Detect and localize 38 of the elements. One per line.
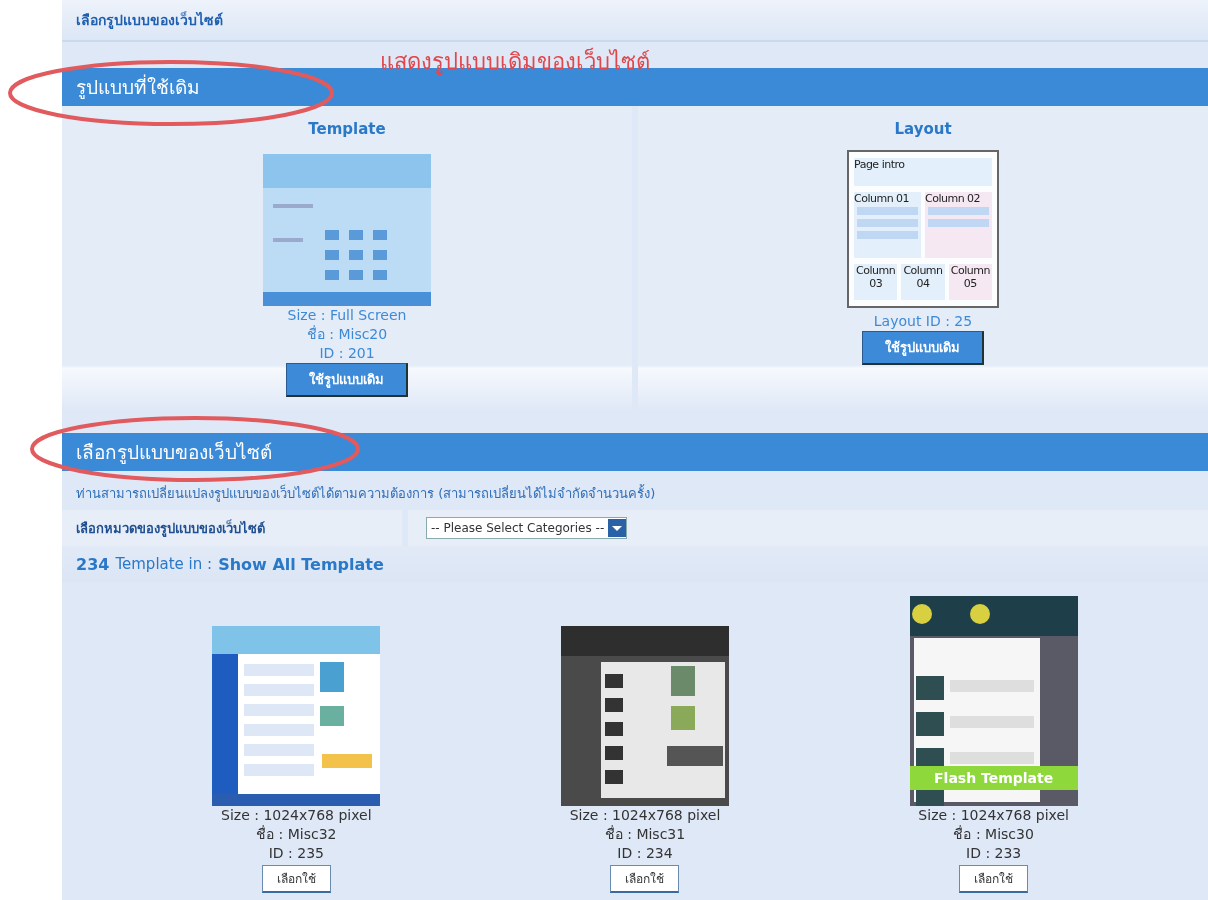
use-template-button[interactable]: ใช้รูปแบบเดิม	[286, 363, 408, 397]
layout-label: Column 03	[855, 264, 897, 290]
template-id: ID : 201	[319, 344, 375, 363]
dropdown-icon	[608, 519, 627, 537]
layout-id: Layout ID : 25	[873, 312, 973, 331]
template-count: 234	[76, 554, 110, 574]
template-name: ชื่อ : Misc32	[256, 825, 337, 844]
section-title: รูปแบบที่ใช้เดิม	[76, 73, 200, 101]
select-button[interactable]: เลือกใช้	[610, 865, 680, 893]
flash-badge: Flash Template	[909, 766, 1078, 790]
layout-label: Column 01	[854, 192, 910, 205]
layout-label: Page intro	[854, 158, 905, 171]
template-size: Size : 1024x768 pixel	[569, 806, 721, 825]
page-title: เลือกรูปแบบของเว็บไซต์	[76, 10, 223, 31]
description-text: ท่านสามารถเปลี่ยนแปลงรูปแบบของเว็บไซต์ได้ตามความต้องการ (สามารถเปลี่ยนได้ไม่จำกัดจำนวนครั้ง)	[76, 486, 656, 501]
column-heading: Template	[308, 120, 386, 138]
category-label: เลือกหมวดของรูปแบบของเว็บไซต์	[76, 518, 265, 539]
section-title: เลือกรูปแบบของเว็บไซต์	[76, 440, 272, 466]
template-name: ชื่อ : Misc30	[953, 825, 1034, 844]
layout-label: Column 02	[925, 192, 981, 205]
layout-label: Column 05	[949, 264, 991, 290]
count-label: Template in :	[115, 555, 213, 573]
template-size: Size : 1024x768 pixel	[918, 806, 1069, 825]
show-all-link[interactable]: Show All Template	[218, 554, 384, 574]
category-select[interactable]: -- Please Select Categories --	[426, 517, 628, 539]
template-name: ชื่อ : Misc20	[306, 325, 388, 344]
template-id: ID : 234	[617, 844, 673, 863]
layout-label: Column 04	[902, 264, 944, 290]
column-heading: Layout	[894, 120, 952, 138]
use-layout-button[interactable]: ใช้รูปแบบเดิม	[862, 331, 984, 365]
template-size: Size : Full Screen	[287, 306, 407, 325]
template-id: ID : 233	[966, 844, 1022, 863]
template-name: ชื่อ : Misc31	[604, 825, 686, 844]
template-id: ID : 235	[268, 844, 324, 863]
select-button[interactable]: เลือกใช้	[959, 865, 1029, 893]
select-button[interactable]: เลือกใช้	[261, 865, 331, 893]
annotation-text: แสดงรูปแบบเดิมของเว็บไซต์	[380, 46, 650, 77]
template-size: Size : 1024x768 pixel	[221, 806, 372, 825]
